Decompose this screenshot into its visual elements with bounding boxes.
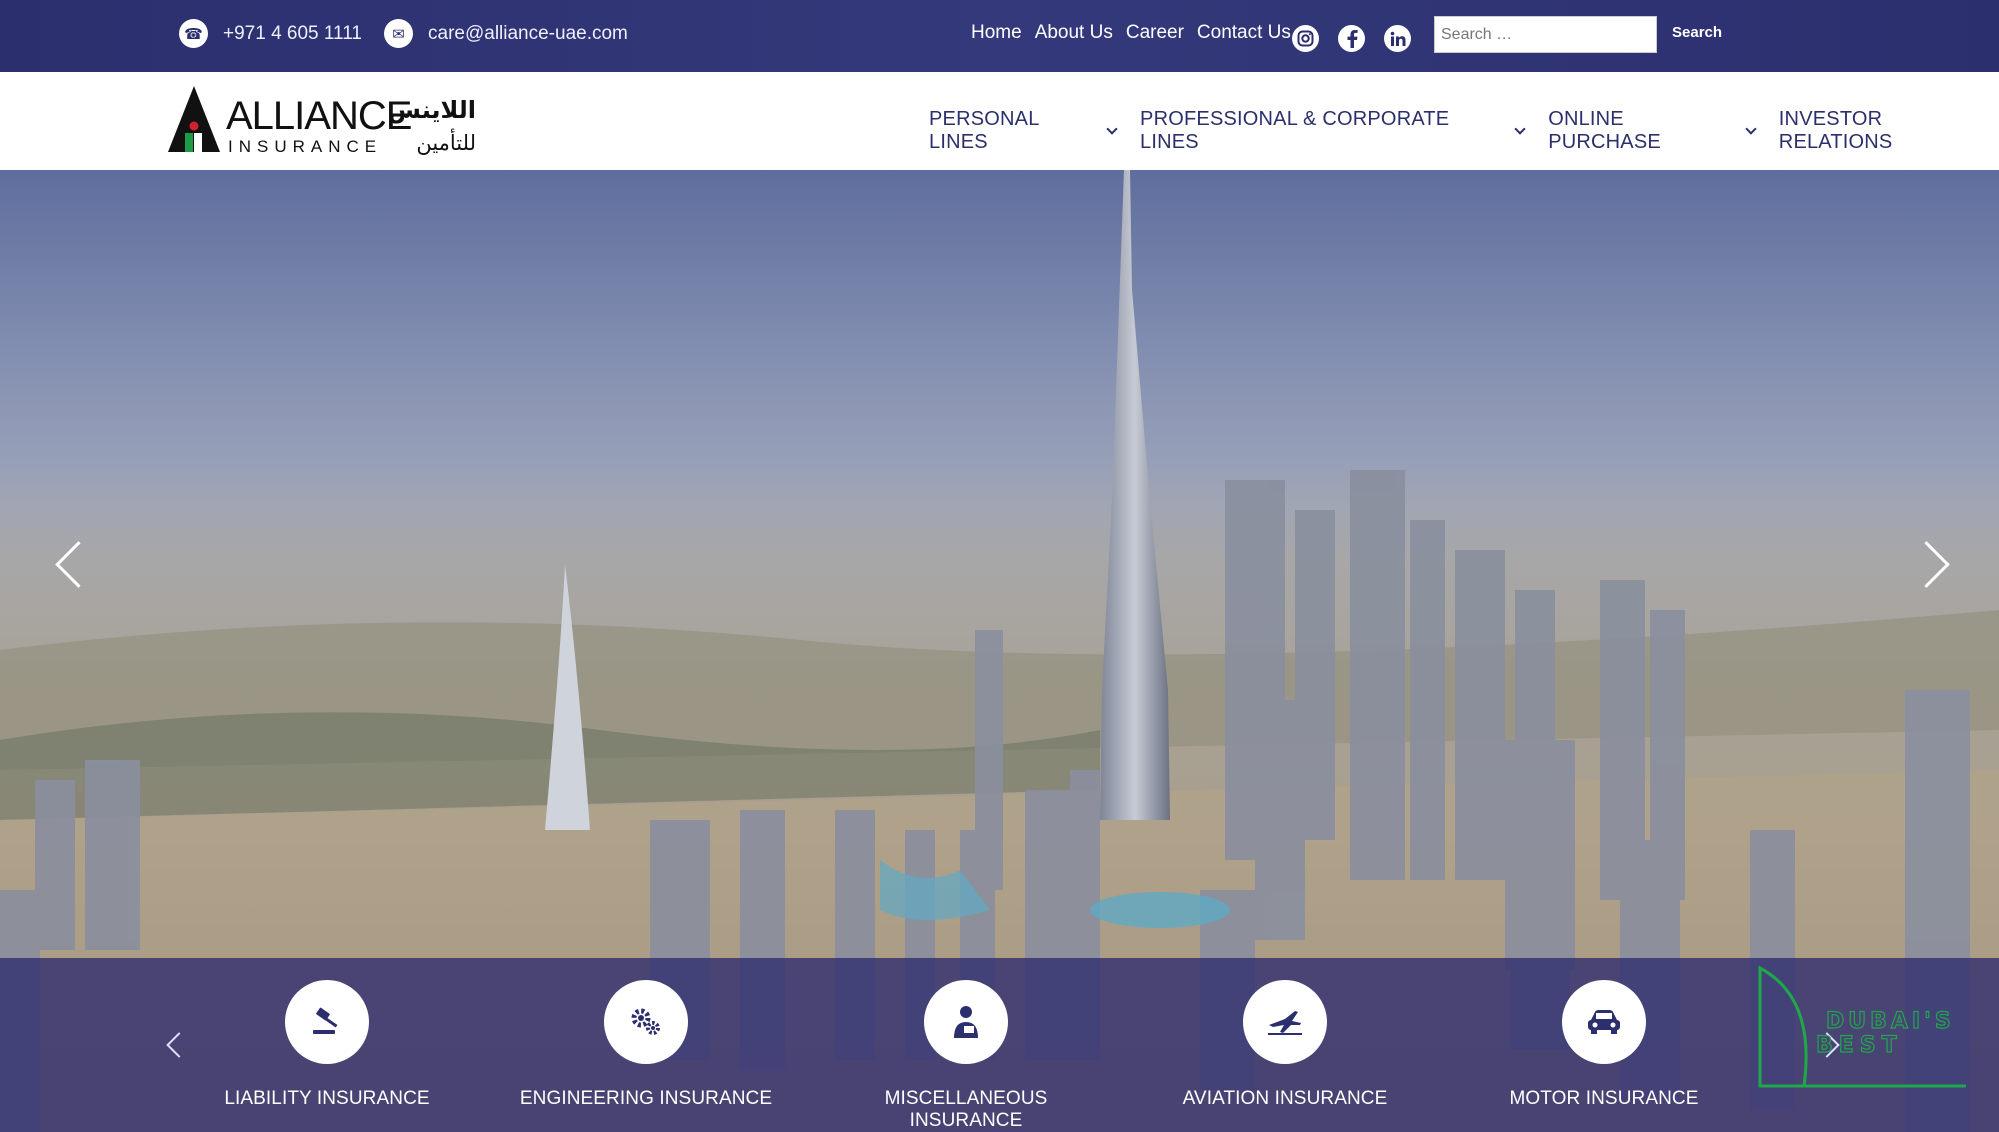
top-link-home[interactable]: Home [971,22,1022,44]
hero-next-arrow[interactable] [1910,540,1954,584]
nav-online-purchase-label: ONLINE PURCHASE [1548,108,1661,153]
linkedin-icon[interactable] [1384,25,1411,52]
nav-investor-relations[interactable]: INVESTOR RELATIONS [1779,108,1999,154]
nav-personal-lines[interactable]: PERSONAL LINES [929,108,1118,154]
logo-arabic-bottom: للتأمين [416,128,476,155]
instagram-icon[interactable] [1292,25,1319,52]
watermark-text-bottom: BEST [1816,1033,1903,1058]
gavel-icon [285,980,369,1064]
watermark-text-top: DUBAI'S [1826,1009,1955,1034]
logo[interactable]: ALLIANCE INSURANCE اللاينس للتأمين [166,84,486,156]
phone-number: +971 4 605 1111 [223,22,362,44]
chevron-down-icon [1514,122,1526,135]
service-miscellaneous[interactable]: MISCELLANEOUS INSURANCE [836,980,1096,1132]
service-label: MISCELLANEOUS INSURANCE [884,1088,1048,1131]
logo-sub: INSURANCE [228,137,382,156]
nav-professional-corporate[interactable]: PROFESSIONAL & CORPORATE LINES [1140,108,1526,154]
search-button[interactable]: Search [1672,24,1722,41]
facebook-icon[interactable] [1338,25,1365,52]
chevron-down-icon [1106,122,1118,135]
phone-icon: ☎ [179,19,208,48]
top-link-contact[interactable]: Contact Us [1197,22,1291,44]
email-address: care@alliance-uae.com [428,22,628,44]
top-link-career[interactable]: Career [1126,22,1184,44]
logo-name: ALLIANCE [226,94,411,138]
main-nav: PERSONAL LINES PROFESSIONAL & CORPORATE … [929,108,1999,154]
service-liability[interactable]: LIABILITY INSURANCE [197,980,457,1110]
email-contact[interactable]: ✉ care@alliance-uae.com [384,19,628,48]
top-link-about[interactable]: About Us [1035,22,1113,44]
car-icon [1562,980,1646,1064]
chevron-down-icon [1745,122,1757,135]
top-bar: ☎ +971 4 605 1111 ✉ care@alliance-uae.co… [0,0,1999,72]
nav-personal-lines-label: PERSONAL LINES [929,108,1039,153]
service-motor[interactable]: MOTOR INSURANCE [1474,980,1734,1110]
services-carousel: LIABILITY INSURANCE ENGINEERING INSURANC… [0,958,1999,1132]
person-icon [924,980,1008,1064]
hero-prev-arrow[interactable] [50,540,94,584]
service-label: LIABILITY INSURANCE [224,1088,430,1109]
logo-arabic-top: اللاينس [388,96,476,124]
nav-professional-label: PROFESSIONAL & CORPORATE LINES [1140,108,1450,153]
main-header: ALLIANCE INSURANCE اللاينس للتأمين PERSO… [0,72,1999,170]
service-label: AVIATION INSURANCE [1182,1088,1388,1109]
phone-contact[interactable]: ☎ +971 4 605 1111 [179,19,362,48]
airplane-icon [1243,980,1327,1064]
nav-investor-label: INVESTOR RELATIONS [1778,108,1893,153]
envelope-icon: ✉ [384,19,413,48]
service-aviation[interactable]: AVIATION INSURANCE [1155,980,1415,1110]
services-prev-arrow[interactable] [166,1036,186,1056]
gears-icon [604,980,688,1064]
search-input[interactable] [1434,16,1657,53]
service-label: MOTOR INSURANCE [1509,1088,1699,1109]
top-links: Home About Us Career Contact Us [971,22,1291,44]
service-label: ENGINEERING INSURANCE [519,1088,773,1109]
nav-online-purchase[interactable]: ONLINE PURCHASE [1548,108,1757,154]
service-engineering[interactable]: ENGINEERING INSURANCE [516,980,776,1110]
dubais-best-watermark: DUBAI'S BEST [1756,958,1976,1088]
